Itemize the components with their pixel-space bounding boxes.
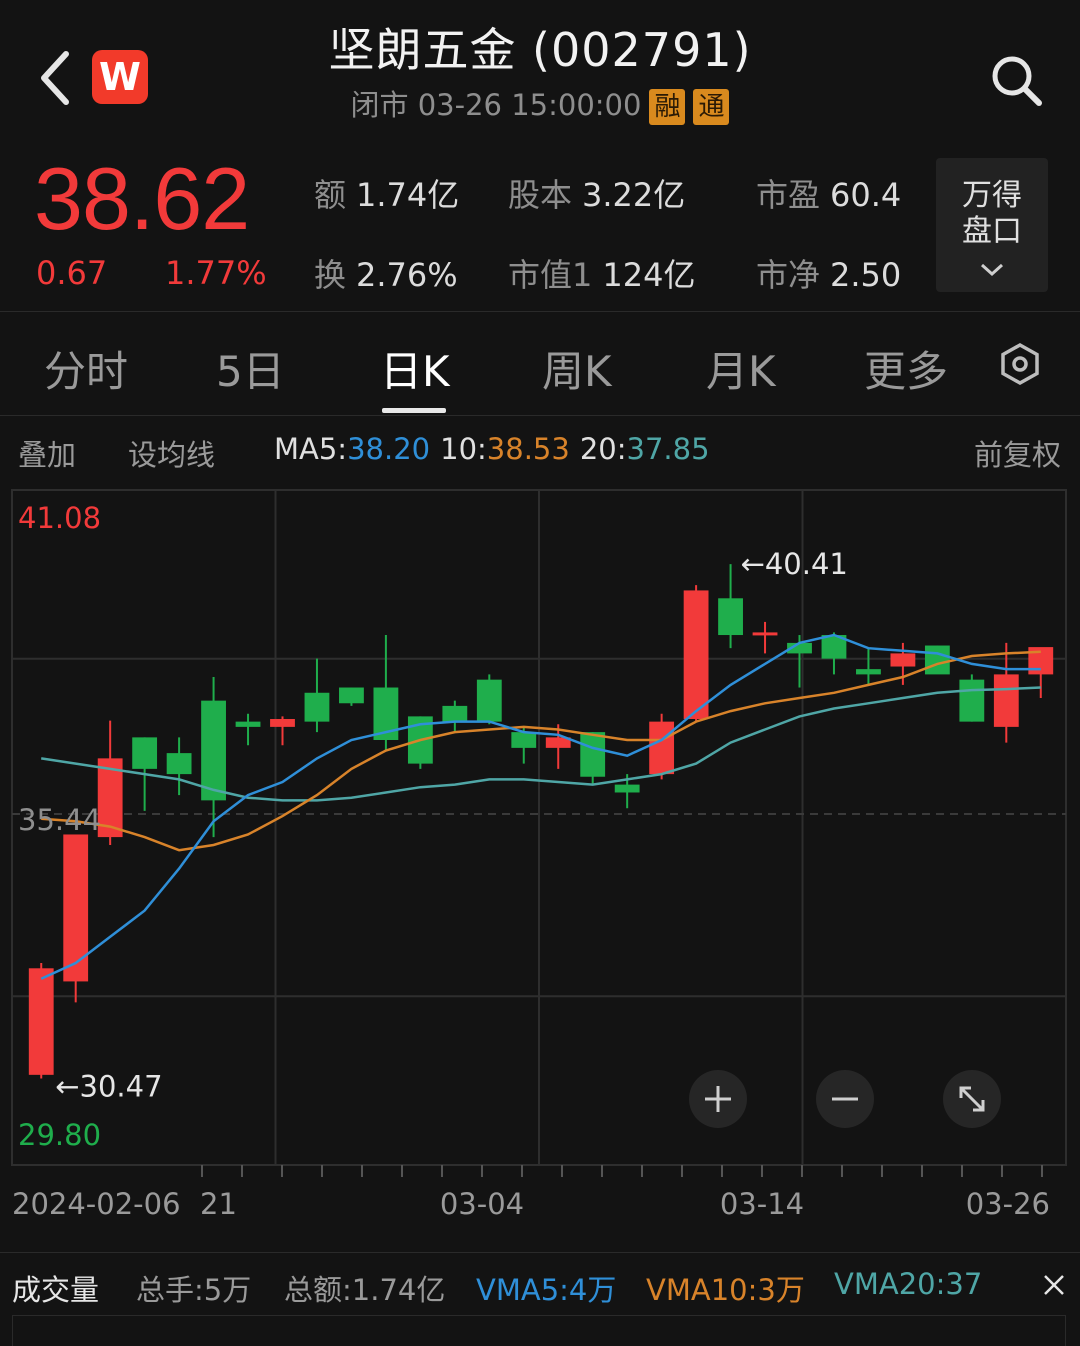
stat-shares: 股本 3.22亿 — [508, 176, 686, 214]
header: W 坚朗五金 (002791) 闭市 03-26 15:00:00 融通 — [0, 0, 1080, 140]
candle-body — [924, 645, 950, 675]
y-label-low: 29.80 — [18, 1118, 101, 1152]
candle-body — [993, 674, 1019, 727]
y-label-high: 41.08 — [18, 501, 101, 535]
x-axis-label: 03-26 — [966, 1187, 1050, 1221]
adjust-mode-button[interactable]: 前复权 — [974, 432, 1061, 474]
period-tabs: 分时 5日 日K 周K 月K 更多 — [0, 312, 1080, 416]
x-axis-label: 03-14 — [720, 1187, 804, 1221]
market-status-text: 闭市 03-26 15:00:00 — [350, 88, 642, 122]
stat-pb: 市净 2.50 — [756, 256, 902, 294]
chevron-down-icon — [980, 263, 1004, 277]
vma5: VMA5:4万 — [476, 1273, 617, 1307]
ma-legend: 叠加 设均线 MA5:38.20 10:38.53 20:37.85 前复权 — [0, 432, 1080, 476]
pankou-button[interactable]: 万得 盘口 — [936, 158, 1048, 292]
stock-title: 坚朗五金 (002791) — [328, 23, 752, 77]
candle-body — [890, 653, 916, 667]
stat-amount: 额 1.74亿 — [314, 176, 460, 214]
volume-title: 成交量 — [12, 1273, 100, 1307]
minus-icon — [832, 1097, 858, 1101]
candle-body — [270, 719, 295, 727]
close-icon[interactable] — [1042, 1273, 1066, 1297]
overlay-button[interactable]: 叠加 — [18, 432, 76, 474]
candle-body — [683, 590, 709, 720]
candle-body — [614, 784, 640, 793]
set-ma-button[interactable]: 设均线 — [128, 432, 215, 474]
candle-body — [752, 632, 778, 636]
stat-market-cap: 市值1 124亿 — [508, 256, 696, 294]
stat-turnover: 换 2.76% — [314, 256, 458, 294]
volume-hands: 总手:5万 — [136, 1273, 252, 1307]
high-price-marker: ←40.41 — [741, 547, 848, 581]
candle-body — [201, 700, 226, 801]
y-label-mid: 35.44 — [18, 803, 101, 837]
kline-svg: 41.08 35.44 29.80 ←40.41 ←30.47 2024-02-06 21 0… — [11, 489, 1067, 1221]
candle-body — [580, 732, 606, 777]
price-change-pct: 1.77% — [165, 254, 267, 292]
candle-body — [28, 968, 54, 1075]
tab-more[interactable]: 更多 — [864, 338, 948, 399]
tab-5day[interactable]: 5日 — [216, 338, 285, 399]
ma20-line — [41, 686, 1041, 802]
candle-body — [649, 721, 675, 775]
kline-chart[interactable]: 41.08 35.44 29.80 ←40.41 ←30.47 2024-02-06 21 0… — [0, 480, 1080, 1250]
x-axis-label: 03-04 — [440, 1187, 524, 1221]
candle-body — [442, 705, 468, 722]
candle-body — [959, 679, 985, 722]
tab-weekly-k[interactable]: 周K — [542, 338, 612, 399]
x-axis-label: 2024-02-06 — [12, 1187, 181, 1221]
candle-body — [132, 737, 158, 769]
volume-panel: 成交量 总手:5万 总额:1.74亿 VMA5:4万 VMA10:3万 VMA2… — [0, 1252, 1080, 1346]
low-price-marker: ←30.47 — [55, 1070, 162, 1104]
candle-body — [304, 692, 330, 722]
volume-amount: 总额:1.74亿 — [284, 1273, 446, 1307]
quote-panel: 38.62 0.67 1.77% 额 1.74亿 股本 3.22亿 市盈 60.4 换… — [0, 140, 1080, 312]
plus-icon — [705, 1086, 731, 1112]
ma-values: MA5:38.20 10:38.53 20:37.85 — [274, 432, 710, 466]
stat-pe: 市盈 60.4 — [756, 176, 902, 214]
market-status: 闭市 03-26 15:00:00 融通 — [0, 82, 1080, 125]
last-price: 38.62 — [34, 149, 250, 248]
zoom-out-button[interactable] — [816, 1070, 874, 1128]
x-axis-label: 21 — [200, 1187, 237, 1221]
tab-intraday[interactable]: 分时 — [44, 338, 128, 399]
candle-body — [166, 753, 192, 775]
connect-badge: 通 — [693, 89, 730, 125]
active-tab-indicator — [382, 408, 446, 413]
candle-body — [856, 669, 881, 675]
search-icon[interactable] — [988, 52, 1044, 108]
candle-body — [235, 721, 261, 727]
candle-body — [718, 598, 743, 636]
tab-monthly-k[interactable]: 月K — [706, 338, 776, 399]
ma5-line — [40, 633, 1041, 980]
ma10-line — [41, 650, 1041, 852]
tab-daily-k[interactable]: 日K — [380, 338, 450, 399]
pankou-line1: 万得 — [962, 178, 1022, 213]
candle-body — [476, 679, 502, 722]
expand-icon — [959, 1086, 985, 1112]
zoom-in-button[interactable] — [689, 1070, 747, 1128]
vma10: VMA10:3万 — [646, 1273, 805, 1307]
price-change: 0.67 — [36, 254, 108, 292]
margin-badge: 融 — [649, 89, 686, 125]
volume-chart-area — [12, 1315, 1066, 1346]
pankou-line2: 盘口 — [962, 214, 1022, 249]
candle-body — [511, 732, 537, 748]
fullscreen-button[interactable] — [943, 1070, 1001, 1128]
settings-hexagon-icon[interactable] — [998, 342, 1042, 386]
vma20: VMA20:37 — [834, 1267, 983, 1301]
candle-body — [63, 834, 89, 982]
candle-body — [339, 687, 364, 704]
